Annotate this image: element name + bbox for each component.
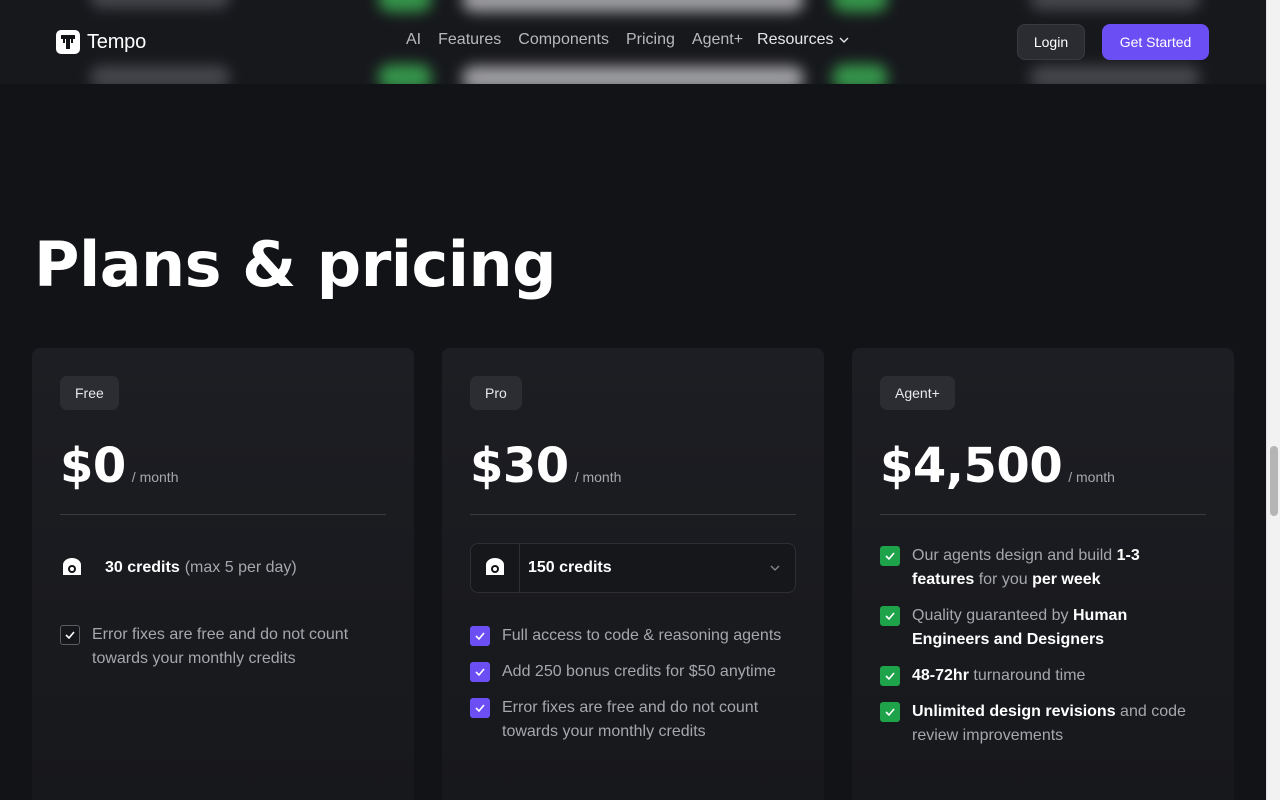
feature-text: Error fixes are free and do not count to… [502,699,759,740]
price-period: / month [131,469,179,485]
login-button[interactable]: Login [1017,24,1085,60]
plan-card-agent-plus: Agent+ $4,500 / month Our agents design … [852,348,1234,800]
feature-item: Our agents design and build 1-3 features… [880,544,1200,592]
logo[interactable]: Tempo [56,30,146,54]
price-amount: $30 [470,438,569,494]
get-started-button[interactable]: Get Started [1102,24,1209,60]
checkbox-icon [880,606,900,626]
nav-features[interactable]: Features [438,31,501,49]
credits-icon [486,558,504,575]
top-navigation: Tempo AI Features Components Pricing Age… [0,0,1266,84]
checkbox-icon [880,702,900,722]
nav-resources[interactable]: Resources [757,31,849,49]
feature-text: 48-72hr turnaround time [912,667,1086,684]
chevron-down-icon [770,565,780,571]
price-period: / month [1068,469,1115,485]
feature-item: 48-72hr turnaround time [880,664,1200,688]
checkbox-icon [470,662,490,682]
credits-icon [63,558,81,575]
checkbox-icon [470,698,490,718]
checkbox-icon [880,546,900,566]
feature-item: Error fixes are free and do not count to… [470,696,800,744]
price-amount: $0 [60,438,126,494]
nav-ai[interactable]: AI [406,31,421,49]
nav-agent-plus[interactable]: Agent+ [692,31,743,49]
feature-item: Add 250 bonus credits for $50 anytime [470,660,800,684]
divider [60,514,386,515]
feature-item: Quality guaranteed by Human Engineers an… [880,604,1200,652]
plan-price: $0 / month [60,438,179,494]
checkbox-icon [470,626,490,646]
plan-tag: Free [60,376,119,410]
nav-components[interactable]: Components [518,31,609,49]
credits-select-icon-box [471,544,520,592]
feature-item: Error fixes are free and do not count to… [60,623,380,671]
plan-price: $30 / month [470,438,621,494]
credits-amount: 30 credits [105,559,180,576]
feature-item: Full access to code & reasoning agents [470,624,800,648]
feature-text: Unlimited design revisions and code revi… [912,703,1186,744]
credits-info: 30 credits (max 5 per day) [60,556,297,580]
feature-item: Unlimited design revisions and code revi… [880,700,1200,748]
chevron-down-icon [839,37,849,43]
price-amount: $4,500 [880,438,1063,494]
checkbox-icon [880,666,900,686]
nav-pricing[interactable]: Pricing [626,31,675,49]
plan-card-pro: Pro $30 / month 150 credits Full access … [442,348,824,800]
page-title: Plans & pricing [34,228,557,301]
plan-card-free: Free $0 / month 30 credits (max 5 per da… [32,348,414,800]
plan-tag: Agent+ [880,376,955,410]
page-scrollbar[interactable] [1266,0,1280,800]
tempo-logo-icon [56,30,80,54]
credits-select[interactable]: 150 credits [470,543,796,593]
feature-text: Add 250 bonus credits for $50 anytime [502,663,776,680]
plan-tag: Pro [470,376,522,410]
divider [470,514,796,515]
scrollbar-thumb[interactable] [1270,446,1278,516]
price-period: / month [574,469,622,485]
credits-note: (max 5 per day) [184,559,297,576]
plan-price: $4,500 / month [880,438,1115,494]
feature-text: Quality guaranteed by Human Engineers an… [912,607,1128,648]
divider [880,514,1206,515]
logo-text: Tempo [87,30,147,53]
feature-text: Error fixes are free and do not count to… [92,626,349,667]
credits-select-value: 150 credits [528,559,612,576]
nav-resources-label: Resources [757,31,834,48]
main-nav: AI Features Components Pricing Agent+ Re… [406,31,850,49]
feature-text: Our agents design and build 1-3 features… [912,547,1140,588]
checkbox-icon [60,625,80,645]
feature-text: Full access to code & reasoning agents [502,627,782,644]
